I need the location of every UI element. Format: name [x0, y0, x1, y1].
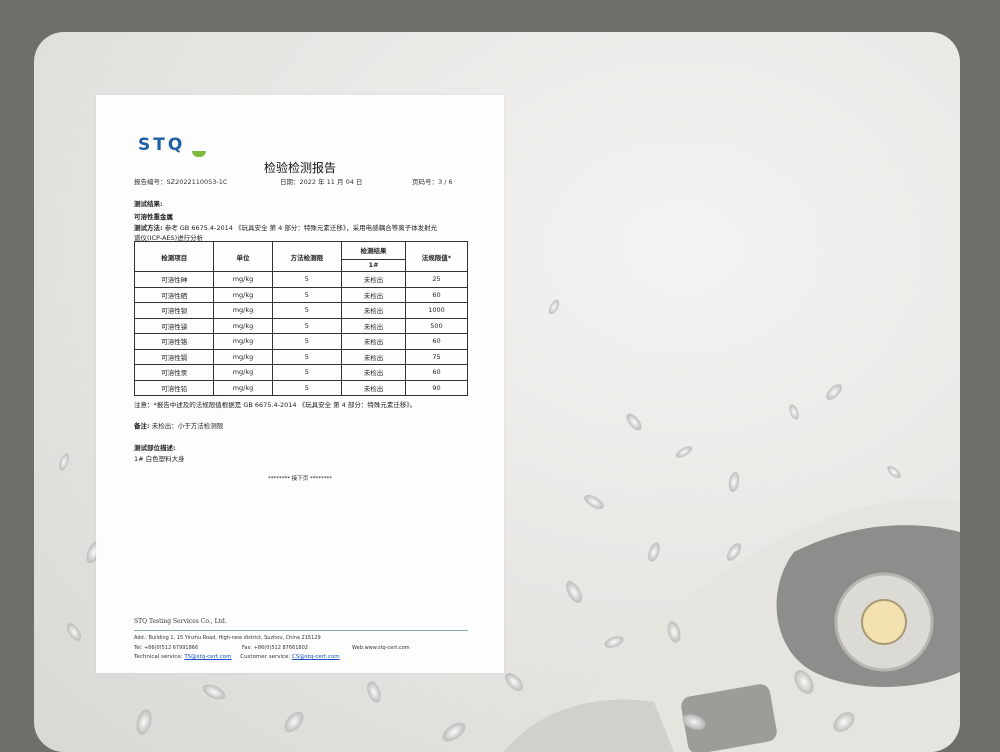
cell-standard: 60 [404, 364, 469, 381]
report-title: 检验检测报告 [263, 161, 336, 175]
table-row: 可溶性铬 mg/kg 5 未检出 60 [133, 333, 469, 350]
cell-limit: 5 [271, 379, 343, 396]
cell-limit: 5 [271, 333, 343, 350]
cell-limit: 5 [271, 271, 343, 288]
header-unit: 单位 [213, 241, 273, 272]
cell-result: 未检出 [341, 348, 406, 365]
cell-unit: mg/kg [213, 333, 273, 350]
test-report-page: STQ 检验检测报告 报告编号：SZ2022110053-1C 日期：2022 … [96, 95, 504, 673]
cell-standard: 60 [404, 286, 469, 303]
cell-result: 未检出 [341, 317, 406, 334]
header-result: 检测结果 [341, 241, 406, 260]
part-description-label: 测试部位描述: [134, 444, 176, 452]
stq-logo: STQ [138, 135, 186, 155]
table-row: 可溶性铅 mg/kg 5 未检出 90 [133, 379, 469, 396]
tech-service-email[interactable]: TS@stq-cert.com [184, 654, 231, 660]
cell-result: 未检出 [341, 379, 406, 396]
table-row: 可溶性砷 mg/kg 5 未检出 25 [133, 271, 469, 288]
cell-result: 未检出 [341, 364, 406, 381]
method-label: 测试方法: [134, 224, 163, 232]
customer-service-email[interactable]: CS@stq-cert.com [292, 654, 340, 660]
footer-divider [134, 630, 468, 631]
logo-swoosh-icon [192, 151, 206, 157]
remark: 备注: 未检出：小于方法检测限 [134, 420, 223, 430]
cell-item: 可溶性砷 [133, 271, 215, 288]
header-standard: 法规限值* [404, 241, 469, 272]
cell-unit: mg/kg [213, 348, 273, 365]
cell-unit: mg/kg [213, 286, 273, 303]
cell-limit: 5 [271, 364, 343, 381]
table-row: 可溶性钡 mg/kg 5 未检出 1000 [133, 302, 469, 319]
method-description: 测试方法: 参考 GB 6675.4-2014 《玩具安全 第 4 部分：特殊元… [134, 222, 474, 232]
cell-limit: 5 [271, 348, 343, 365]
cell-item: 可溶性锑 [133, 317, 215, 334]
cell-standard: 500 [404, 317, 469, 334]
report-date: 日期：2022 年 11 月 04 日 [280, 178, 363, 186]
cell-unit: mg/kg [213, 379, 273, 396]
table-row: 可溶性镉 mg/kg 5 未检出 75 [133, 348, 469, 365]
cell-unit: mg/kg [213, 317, 273, 334]
cell-standard: 90 [404, 379, 469, 396]
cell-limit: 5 [271, 302, 343, 319]
cell-limit: 5 [271, 286, 343, 303]
cell-limit: 5 [271, 317, 343, 334]
company-web: Web:www.stq-cert.com [352, 645, 410, 651]
part-description-text: 1# 白色塑料大身 [134, 455, 185, 463]
company-tel: Tel: +86(0)512 67991866 [134, 645, 199, 651]
service-contacts: Technical service: TS@stq-cert.com Custo… [134, 654, 340, 660]
cell-result: 未检出 [341, 271, 406, 288]
results-table: 检测项目 单位 方法检测限 检测结果 法规限值* 1# 可溶性砷 mg/kg 5… [133, 241, 469, 396]
cell-result: 未检出 [341, 333, 406, 350]
company-fax: Fax: +86(0)512 87661802 [242, 645, 308, 651]
remark-text: 未检出：小于方法检测限 [151, 422, 224, 430]
company-name: STQ Testing Services Co., Ltd. [134, 618, 227, 625]
header-sample: 1# [341, 258, 406, 273]
header-limit: 方法检测限 [271, 241, 343, 272]
cell-item: 可溶性汞 [133, 364, 215, 381]
table-row: 可溶性硒 mg/kg 5 未检出 60 [133, 286, 469, 303]
company-address: Add.: Building 1, 15 Yinzhu Road, High-n… [134, 635, 321, 641]
cell-item: 可溶性镉 [133, 348, 215, 365]
header-item: 检测项目 [133, 241, 215, 272]
page-number: 页码号：3 / 6 [412, 178, 453, 186]
cell-item: 可溶性钡 [133, 302, 215, 319]
cell-standard: 1000 [404, 302, 469, 319]
table-header-row: 检测项目 单位 方法检测限 检测结果 法规限值* [133, 241, 469, 272]
cell-result: 未检出 [341, 286, 406, 303]
results-heading: 测试结果: [134, 200, 163, 208]
cell-item: 可溶性铬 [133, 333, 215, 350]
cell-unit: mg/kg [213, 271, 273, 288]
subheading: 可溶性重金属 [134, 213, 173, 221]
cell-standard: 75 [404, 348, 469, 365]
cell-result: 未检出 [341, 302, 406, 319]
table-row: 可溶性汞 mg/kg 5 未检出 60 [133, 364, 469, 381]
cell-unit: mg/kg [213, 302, 273, 319]
method-line-1: 参考 GB 6675.4-2014 《玩具安全 第 4 部分：特殊元素迁移》，采… [164, 224, 438, 232]
cell-standard: 25 [404, 271, 469, 288]
cell-unit: mg/kg [213, 364, 273, 381]
cell-item: 可溶性硒 [133, 286, 215, 303]
table-row: 可溶性锑 mg/kg 5 未检出 500 [133, 317, 469, 334]
tech-service-label: Technical service: [134, 654, 183, 660]
continued-marker: ******** 接下页 ******** [268, 476, 332, 482]
regulation-note: 注意：*报告中述及的法规限值根据是 GB 6675.4-2014 《玩具安全 第… [134, 401, 417, 409]
remark-label: 备注: [134, 422, 150, 430]
cell-standard: 60 [404, 333, 469, 350]
cell-item: 可溶性铅 [133, 379, 215, 396]
customer-service-label: Customer service: [240, 654, 291, 660]
report-number: 报告编号：SZ2022110053-1C [134, 178, 228, 186]
